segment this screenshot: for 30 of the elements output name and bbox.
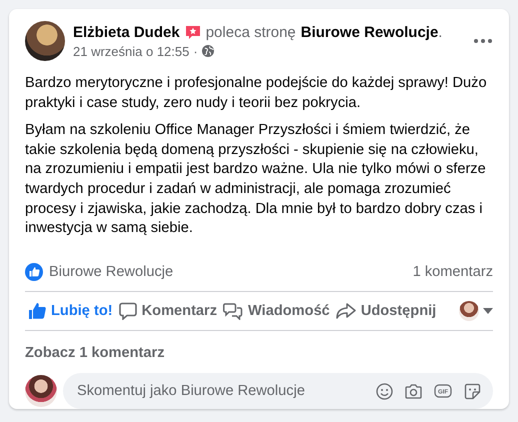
caret-icon[interactable] <box>483 308 493 314</box>
like-button[interactable]: Lubię to! <box>25 294 116 327</box>
post-paragraph: Byłam na szkoleniu Office Manager Przyszłości i śmiem twierdzić, że takie szkolenia będą domeną przyszłości - skupienie się na człowieku, na zrozumieniu i empatii jest bardzo ważne. Ula nie tylko mówi o sferze twardych procedur i zadań w administracji, ale pomaga zrozumieć procesy i zjawiska, jakie zachodzą. Dla mnie był to bardzo dobry czas i inwestycja w samą siebie. <box>25 121 487 238</box>
post-paragraph: Bardzo merytoryczne i profesjonalne podejście do każdej sprawy! Dużo praktyki i case study, zero nudy i teorii bez pokrycia. <box>25 74 488 113</box>
globe-icon <box>202 45 214 57</box>
smiley-icon[interactable] <box>376 382 393 400</box>
message-button[interactable]: Wiadomość <box>220 294 333 327</box>
comment-button[interactable]: Komentarz <box>116 294 220 327</box>
share-arrow-icon <box>336 302 356 320</box>
speech-bubble-icon <box>118 302 137 320</box>
camera-icon[interactable] <box>405 383 422 399</box>
see-comments-link[interactable]: Zobacz 1 komentarz <box>25 345 164 361</box>
full-stop: . <box>438 24 442 40</box>
sticker-icon[interactable] <box>464 382 481 400</box>
star-badge-icon <box>184 24 201 40</box>
page-avatar-photo[interactable] <box>459 300 479 321</box>
like-reaction-icon <box>25 262 43 281</box>
author-name[interactable]: Elżbieta Dudek <box>73 24 180 40</box>
post-time[interactable]: 21 września o 12:55 <box>73 44 190 58</box>
separator-dot: · <box>193 44 198 58</box>
page-link[interactable]: Biurowe Rewolucje <box>300 24 438 40</box>
avatar-photo[interactable] <box>25 21 65 61</box>
thumbs-up-icon <box>28 302 46 320</box>
speech-bubbles-icon <box>223 302 244 320</box>
action-text: poleca stronę <box>206 24 296 40</box>
comment-count[interactable]: 1 komentarz <box>412 264 493 280</box>
page-avatar-photo <box>25 375 57 407</box>
share-button[interactable]: Udostępnij <box>332 294 440 327</box>
reaction-names[interactable]: Biurowe Rewolucje <box>49 264 174 280</box>
more-options-icon[interactable] <box>473 38 493 44</box>
